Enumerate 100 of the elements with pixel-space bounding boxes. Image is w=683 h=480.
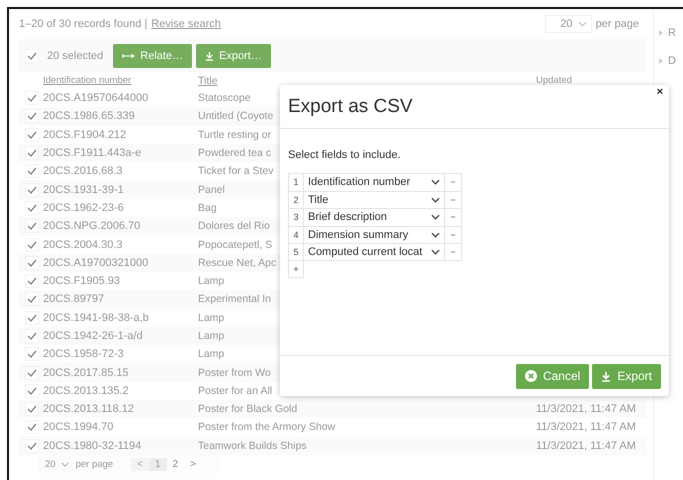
field-select[interactable]: Title <box>303 190 445 208</box>
table-cell: 11/3/2021, 11:47 AM <box>536 440 636 452</box>
table-cell: 20CS.2017.85.15 <box>43 366 129 379</box>
field-select[interactable]: Brief description <box>303 208 445 226</box>
table-cell: Poster for Black Gold <box>198 403 298 416</box>
row-checkbox[interactable] <box>25 366 39 380</box>
chevron-down-icon <box>431 179 440 186</box>
export-button[interactable]: Export… <box>196 44 271 68</box>
table-cell: 11/3/2021, 11:47 AM <box>536 403 636 416</box>
row-checkbox[interactable] <box>25 292 39 306</box>
field-select[interactable]: Identification number <box>303 173 445 190</box>
caret-right-icon <box>659 58 663 64</box>
sidebar-item[interactable]: D <box>659 47 683 75</box>
select-all-checkbox[interactable] <box>25 48 39 62</box>
table-cell: 20CS.1942-26-1-a/d <box>43 330 143 342</box>
row-checkbox[interactable] <box>25 274 39 288</box>
link-arrow-icon <box>122 52 136 58</box>
table-cell: 20CS.1980-32-1194 <box>43 440 142 452</box>
revise-search-link[interactable]: Revise search <box>151 18 221 30</box>
table-cell: 20CS.1941-98-38-a,b <box>43 312 149 324</box>
table-cell: 20CS.89797 <box>43 293 104 306</box>
row-checkbox[interactable] <box>25 438 39 453</box>
remove-field-button[interactable]: − <box>445 190 462 208</box>
cancel-button[interactable]: Cancel <box>516 364 590 388</box>
row-checkbox[interactable] <box>25 182 39 197</box>
table-cell: Lamp <box>198 275 224 288</box>
column-header[interactable]: Identification number <box>43 75 132 86</box>
remove-field-button[interactable]: − <box>445 243 462 260</box>
table-cell: Rescue Net, Apc <box>198 256 276 269</box>
field-select[interactable]: Dimension summary <box>303 226 445 243</box>
row-checkbox[interactable] <box>25 164 39 178</box>
close-button[interactable]: × <box>654 86 666 98</box>
row-checkbox[interactable] <box>25 420 39 434</box>
table-cell: 20CS.F1911.443a-e <box>43 147 142 160</box>
caret-right-icon <box>659 30 663 36</box>
table-cell: Dolores del Rio <box>198 220 270 232</box>
row-checkbox[interactable] <box>25 219 39 234</box>
row-checkbox[interactable] <box>25 200 39 215</box>
results-summary: 1–20 of 30 records found | <box>19 18 148 30</box>
field-number: 1 <box>288 173 303 190</box>
table-cell: Experimental In <box>198 293 271 306</box>
field-number: 2 <box>288 190 303 208</box>
chevron-down-icon <box>578 21 587 27</box>
row-checkbox[interactable] <box>25 109 39 124</box>
table-cell: 20CS.2013.118.12 <box>43 403 134 416</box>
table-cell: Bag <box>198 202 217 214</box>
sidebar-item[interactable]: R <box>659 19 683 47</box>
relate-button[interactable]: Relate… <box>113 44 192 68</box>
download-icon <box>205 50 214 60</box>
field-number: 4 <box>288 226 303 243</box>
row-checkbox[interactable] <box>25 146 39 160</box>
table-cell: Poster for an All <box>198 384 272 397</box>
column-header[interactable]: Title <box>198 74 218 86</box>
table-cell: 20CS.F1905.93 <box>43 275 120 288</box>
remove-field-button[interactable]: − <box>445 208 462 226</box>
page-size-label: per page <box>596 18 639 30</box>
download-icon <box>601 370 612 382</box>
row-checkbox[interactable] <box>25 402 39 416</box>
chevron-down-icon <box>60 462 69 468</box>
remove-field-button[interactable]: − <box>445 173 462 190</box>
table-cell: 20CS.1986.65.339 <box>43 110 135 122</box>
table-cell: 20CS.2013.135.2 <box>43 384 129 397</box>
row-checkbox[interactable] <box>25 238 39 252</box>
table-cell: Lamp <box>198 330 224 342</box>
cancel-circle-icon <box>524 370 537 382</box>
row-checkbox[interactable] <box>25 384 39 398</box>
chevron-down-icon <box>431 232 440 238</box>
row-checkbox[interactable] <box>25 347 39 362</box>
table-cell: Lamp <box>198 312 224 324</box>
row-checkbox[interactable] <box>25 329 39 343</box>
add-field-button[interactable]: + <box>288 260 304 278</box>
page-size-select[interactable]: 20 <box>545 15 592 33</box>
table-cell: 20CS.2016.68.3 <box>43 165 123 178</box>
page-size-label: per page <box>76 459 114 470</box>
table-cell: 20CS.A19570644000 <box>43 92 148 104</box>
table-cell: Poster from the Armory Show <box>198 421 336 434</box>
dialog-title: Export as CSV <box>288 96 413 118</box>
field-number: 3 <box>288 208 303 226</box>
table-cell: Panel <box>198 184 225 196</box>
page-button[interactable]: 1 <box>148 458 166 472</box>
row-checkbox[interactable] <box>25 91 39 106</box>
export-button[interactable]: Export <box>592 364 661 388</box>
table-cell: Statoscope <box>198 92 251 104</box>
row-checkbox[interactable] <box>25 256 39 270</box>
chevron-down-icon <box>431 248 440 255</box>
table-cell: Turtle resting or <box>198 128 272 141</box>
column-header[interactable]: Updated <box>536 75 572 86</box>
page-button[interactable]: 2 <box>166 458 184 472</box>
next-page-button[interactable]: > <box>184 458 202 472</box>
row-checkbox[interactable] <box>25 128 39 142</box>
table-cell: 20CS.F1904.212 <box>43 128 126 141</box>
table-cell: 20CS.A19700321000 <box>43 256 148 269</box>
table-cell: Powdered tea c <box>198 147 271 160</box>
table-cell: Popocatepetl, S <box>198 238 272 251</box>
table-cell: 20CS.1958-72-3 <box>43 348 124 360</box>
remove-field-button[interactable]: − <box>445 226 462 243</box>
previous-page-button[interactable]: < <box>131 458 149 472</box>
row-checkbox[interactable] <box>25 310 39 325</box>
table-cell: Poster from Wo <box>198 366 271 379</box>
field-select[interactable]: Computed current locat <box>303 243 445 260</box>
